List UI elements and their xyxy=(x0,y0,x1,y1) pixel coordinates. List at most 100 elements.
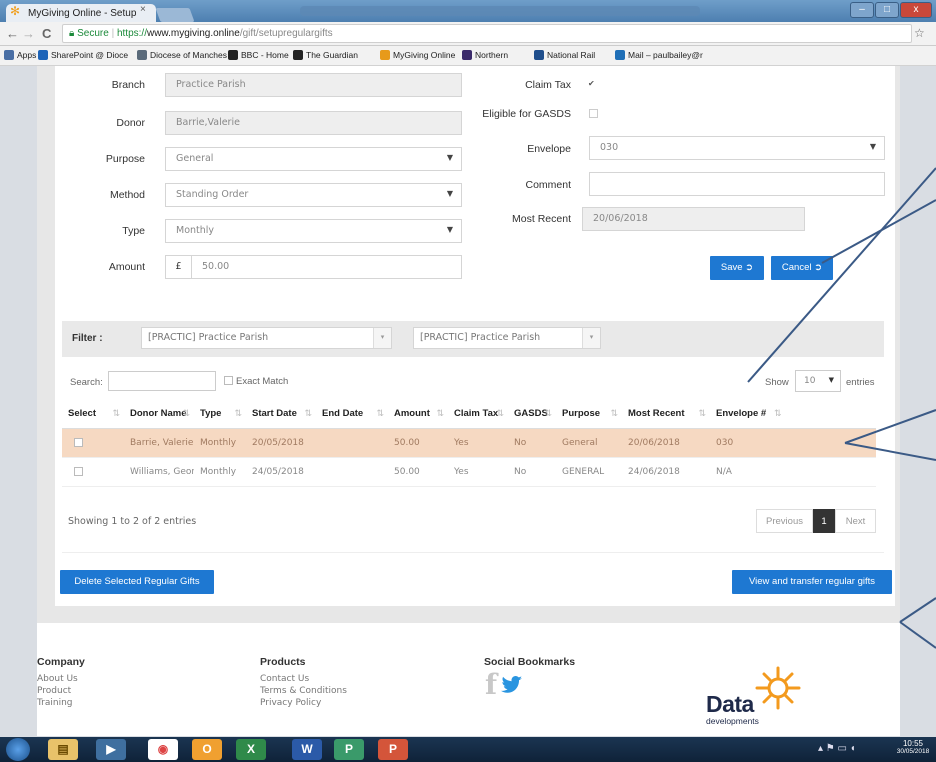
page-1-button[interactable]: 1 xyxy=(813,509,835,533)
transfer-gifts-button[interactable]: View and transfer regular gifts xyxy=(732,570,892,594)
chevron-down-icon: ▼ xyxy=(446,153,453,162)
bookmark-item[interactable]: Diocese of Manches xyxy=(137,50,227,60)
column-header[interactable]: Claim Tax ⇅ xyxy=(448,399,508,429)
envelope-value: 030 xyxy=(600,142,619,153)
table-header-row: Select ⇅ Donor Name ⇅ Type ⇅ Start Date ⇅ En… xyxy=(62,399,876,429)
gasds-label: Eligible for GASDS xyxy=(482,108,571,120)
claim-tax-cell: Yes xyxy=(448,428,508,458)
publisher-icon[interactable]: P xyxy=(334,739,364,760)
gasds-checkbox[interactable] xyxy=(589,109,598,118)
window-minimize-button[interactable]: – xyxy=(850,2,874,18)
sort-icon: ⇅ xyxy=(496,408,504,418)
amount-cell: 50.00 xyxy=(388,457,448,487)
column-header[interactable]: Envelope # ⇅ xyxy=(710,399,876,429)
word-icon[interactable]: W xyxy=(292,739,322,760)
forward-icon[interactable]: → xyxy=(22,26,35,41)
purpose-select[interactable]: General ▼ xyxy=(165,147,462,171)
bookmark-item[interactable]: BBC - Home xyxy=(228,50,289,60)
search-input[interactable] xyxy=(108,371,216,391)
twitter-icon[interactable] xyxy=(501,676,523,694)
company-link[interactable]: Product xyxy=(37,685,71,697)
back-icon[interactable]: ← xyxy=(6,26,19,41)
column-header[interactable]: Start Date ⇅ xyxy=(246,399,316,429)
bookmark-item[interactable]: Apps xyxy=(4,50,36,60)
company-link[interactable]: About Us xyxy=(37,673,78,685)
column-header[interactable]: Select ⇅ xyxy=(62,399,124,429)
bookmark-item[interactable]: Northern xyxy=(462,50,508,60)
excel-icon[interactable]: X xyxy=(236,739,266,760)
column-header[interactable]: Purpose ⇅ xyxy=(556,399,622,429)
tab-close-icon[interactable]: × xyxy=(140,4,146,15)
facebook-icon[interactable]: f xyxy=(485,668,497,701)
browser-tab[interactable]: MyGiving Online - Setup xyxy=(6,4,156,22)
arrow-circle-icon: ➲ xyxy=(745,262,754,273)
claim-tax-cell: Yes xyxy=(448,457,508,487)
previous-page-button[interactable]: Previous xyxy=(756,509,813,533)
table-row[interactable]: Williams, George Monthly 24/05/2018 50.0… xyxy=(62,457,876,487)
reload-icon[interactable]: C xyxy=(42,26,51,41)
page-length-select[interactable]: 10 ▼ xyxy=(795,370,841,392)
claim-tax-checkbox[interactable]: ✔ xyxy=(588,79,598,89)
clock[interactable]: 10:55 30/05/2018 xyxy=(893,739,933,755)
header-purpose: Purpose xyxy=(562,407,601,419)
header-amount: Amount xyxy=(394,407,430,419)
chrome-icon[interactable]: ◉ xyxy=(148,739,178,760)
method-select[interactable]: Standing Order ▼ xyxy=(165,183,462,207)
header-most-recent: Most Recent xyxy=(628,407,685,419)
bookmark-label: Apps xyxy=(17,50,37,60)
filter-select-1[interactable]: [PRACTIC] Practice Parish ▾ xyxy=(141,327,392,349)
column-header[interactable]: Most Recent ⇅ xyxy=(622,399,710,429)
bookmark-star-icon[interactable]: ☆ xyxy=(914,26,925,40)
page-length-value: 10 xyxy=(804,376,816,386)
products-link[interactable]: Privacy Policy xyxy=(260,697,321,709)
row-checkbox[interactable] xyxy=(74,437,83,447)
next-page-button[interactable]: Next xyxy=(835,509,876,533)
header-envelope: Envelope # xyxy=(716,407,767,419)
products-link[interactable]: Terms & Conditions xyxy=(260,685,347,697)
envelope-cell: N/A xyxy=(710,457,876,487)
powerpoint-icon[interactable]: P xyxy=(378,739,408,760)
end-date-cell xyxy=(316,428,388,458)
gasds-cell: No xyxy=(508,428,556,458)
row-checkbox[interactable] xyxy=(74,466,83,476)
save-button[interactable]: Save ➲ xyxy=(710,256,764,280)
bookmark-item[interactable]: MyGiving Online xyxy=(380,50,455,60)
column-header[interactable]: Donor Name ⇅ xyxy=(124,399,194,429)
amount-input[interactable]: £50.00 xyxy=(165,255,462,279)
media-icon[interactable]: ▶ xyxy=(96,739,126,760)
outlook-icon[interactable]: O xyxy=(192,739,222,760)
company-link[interactable]: Training xyxy=(37,697,73,709)
filter-select-2[interactable]: [PRACTIC] Practice Parish ▾ xyxy=(413,327,601,349)
mygiving-favicon-icon: ✻ xyxy=(10,4,21,18)
bookmark-item[interactable]: Mail – paulbailey@r xyxy=(615,50,703,60)
envelope-select[interactable]: 030 ▼ xyxy=(589,136,885,160)
table-row[interactable]: Barrie, Valerie Monthly 20/05/2018 50.00… xyxy=(62,428,876,458)
delete-selected-button[interactable]: Delete Selected Regular Gifts xyxy=(60,570,214,594)
bookmark-item[interactable]: The Guardian xyxy=(293,50,358,60)
products-link[interactable]: Contact Us xyxy=(260,673,309,685)
row-select-cell[interactable] xyxy=(62,457,124,487)
new-tab-button[interactable] xyxy=(155,8,195,22)
most-recent-cell: 20/06/2018 xyxy=(622,428,710,458)
exact-match-checkbox[interactable] xyxy=(224,376,233,385)
column-header[interactable]: Type ⇅ xyxy=(194,399,246,429)
type-select[interactable]: Monthly ▼ xyxy=(165,219,462,243)
url-input[interactable]: 🔒︎ Secure | https://www.mygiving.online/… xyxy=(62,24,912,43)
start-button[interactable] xyxy=(6,738,30,761)
type-value: Monthly xyxy=(176,225,215,236)
system-tray-icons[interactable]: ▴ ⚑ ▭ ◖ xyxy=(818,743,856,754)
address-bar-row: ← → C 🔒︎ Secure | https://www.mygiving.o… xyxy=(0,22,936,46)
window-maximize-button[interactable]: □ xyxy=(875,2,899,18)
column-header[interactable]: Amount ⇅ xyxy=(388,399,448,429)
start-date-cell: 24/05/2018 xyxy=(246,457,316,487)
column-header[interactable]: GASDS ⇅ xyxy=(508,399,556,429)
bookmark-icon xyxy=(137,50,147,60)
bookmark-item[interactable]: SharePoint @ Dioce xyxy=(38,50,128,60)
comment-input[interactable] xyxy=(589,172,885,196)
file-explorer-icon[interactable]: ▤ xyxy=(48,739,78,760)
bookmark-item[interactable]: National Rail xyxy=(534,50,595,60)
window-close-button[interactable]: x xyxy=(900,2,932,18)
column-header[interactable]: End Date ⇅ xyxy=(316,399,388,429)
cancel-button[interactable]: Cancel ➲ xyxy=(771,256,833,280)
row-select-cell[interactable] xyxy=(62,428,124,458)
